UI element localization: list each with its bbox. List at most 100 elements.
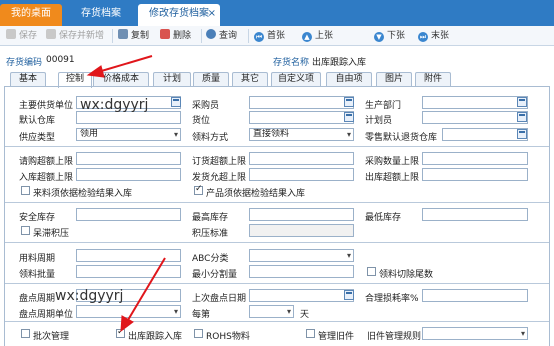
manage-old-label: 管理旧件 [318, 332, 355, 342]
subtab-plan[interactable]: 计划 [153, 72, 191, 87]
return-warehouse-input[interactable] [442, 128, 528, 141]
picking-batch-input[interactable] [76, 265, 181, 278]
subtab-other[interactable]: 其它 [232, 72, 268, 87]
main-supplier-label: 主要供货单位 [19, 101, 74, 111]
order-over-limit-label: 订货超额上限 [192, 157, 247, 167]
production-dept-input[interactable] [422, 96, 528, 109]
pick-cut-tail-label: 领料切除尾数 [379, 270, 434, 280]
copy-button[interactable]: 复制 [118, 29, 149, 43]
ship-allow-limit-label: 发货允超上限 [192, 173, 247, 183]
save-and-new-button[interactable]: 保存并新增 [46, 29, 104, 43]
tab-edit-inventory-archive[interactable]: 修改存货档案 × [138, 4, 220, 26]
production-dept-label: 生产部门 [365, 101, 402, 111]
toolbar: 保存 保存并新增 复制 删除 查询 ⏮ 首张 ▲ 上张 ▼ 下张 ⏭ 末张 [0, 26, 554, 46]
max-stock-label: 最高库存 [192, 213, 229, 223]
watermark-text: wx:dgyyrj [80, 97, 149, 113]
subtab-quality[interactable]: 质量 [193, 72, 229, 87]
max-stock-input[interactable] [249, 208, 354, 221]
check-cycle-unit-label: 盘点周期单位 [19, 310, 74, 320]
window-tab-bar: 我的桌面 存货档案 修改存货档案 × [0, 0, 554, 26]
check-cycle-unit-select[interactable] [76, 305, 181, 318]
incoming-inspection-label: 来料须依据检验结果入库 [33, 189, 133, 199]
copy-icon [118, 29, 128, 39]
lookup-icon[interactable] [517, 129, 527, 139]
rohs-checkbox[interactable] [194, 329, 203, 338]
usage-cycle-input[interactable] [76, 249, 181, 262]
req-over-limit-label: 请购超额上限 [19, 157, 74, 167]
excess-standard-input[interactable] [249, 224, 354, 237]
tab-inventory-archive[interactable]: 存货档案 [66, 4, 136, 26]
last-check-date-input[interactable] [249, 289, 354, 302]
min-split-input[interactable] [249, 265, 354, 278]
query-label: 查询 [219, 31, 238, 41]
save-button[interactable]: 保存 [6, 29, 37, 43]
lookup-icon[interactable] [344, 97, 354, 107]
toolbar-divider [112, 29, 113, 43]
ship-allow-limit-input[interactable] [249, 168, 354, 181]
close-icon[interactable]: × [208, 4, 216, 24]
lookup-icon[interactable] [344, 112, 354, 122]
min-stock-input[interactable] [422, 208, 528, 221]
section-divider [5, 242, 549, 243]
lookup-icon[interactable] [171, 97, 181, 107]
supply-type-select[interactable]: 领用 [76, 128, 181, 141]
pick-cut-tail-checkbox[interactable] [367, 267, 376, 276]
first-icon: ⏮ [254, 32, 264, 42]
abc-class-label: ABC分类 [192, 254, 229, 264]
manage-old-checkbox[interactable] [306, 329, 315, 338]
first-button[interactable]: ⏮ 首张 [254, 29, 285, 43]
tab-my-desktop[interactable]: 我的桌面 [0, 4, 62, 26]
safety-stock-input[interactable] [76, 208, 181, 221]
every-week-select[interactable] [249, 305, 294, 318]
subtab-free-items[interactable]: 自由项 [326, 72, 372, 87]
out-over-limit-input[interactable] [422, 168, 528, 181]
next-button[interactable]: ▼ 下张 [374, 29, 405, 43]
calendar-icon[interactable] [344, 290, 354, 300]
section-divider [5, 202, 549, 203]
order-over-limit-input[interactable] [249, 152, 354, 165]
location-input[interactable] [249, 111, 354, 124]
save-icon [6, 29, 16, 39]
picking-method-select[interactable]: 直接领料 [249, 128, 354, 141]
batch-management-label: 批次管理 [33, 332, 70, 342]
req-over-limit-input[interactable] [76, 152, 181, 165]
subtab-basic[interactable]: 基本 [10, 72, 46, 87]
save-new-label: 保存并新增 [59, 31, 105, 41]
planner-label: 计划员 [365, 116, 393, 126]
abc-class-select[interactable] [249, 249, 354, 262]
lookup-icon[interactable] [517, 97, 527, 107]
last-button[interactable]: ⏭ 末张 [418, 29, 449, 43]
query-button[interactable]: 查询 [206, 29, 237, 43]
code-label: 存货编码 [6, 58, 43, 68]
subtab-price-cost[interactable]: 价格成本 [93, 72, 149, 87]
planner-input[interactable] [422, 111, 528, 124]
purchaser-input[interactable] [249, 96, 354, 109]
last-label: 末张 [431, 31, 450, 41]
subtab-image[interactable]: 图片 [376, 72, 412, 87]
prev-button[interactable]: ▲ 上张 [302, 29, 333, 43]
copy-label: 复制 [131, 31, 150, 41]
old-rule-label: 旧件管理规则 [367, 332, 422, 342]
in-over-limit-input[interactable] [76, 168, 181, 181]
section-divider [5, 146, 549, 147]
subtab-custom[interactable]: 自定义项 [271, 72, 321, 87]
location-label: 货位 [192, 116, 211, 126]
delete-icon [160, 29, 170, 39]
delete-button[interactable]: 删除 [160, 29, 191, 43]
lookup-icon[interactable] [517, 112, 527, 122]
batch-management-checkbox[interactable] [21, 329, 30, 338]
purchase-qty-limit-input[interactable] [422, 152, 528, 165]
in-over-limit-label: 入库超额上限 [19, 173, 74, 183]
product-inspection-checkbox[interactable] [194, 184, 203, 195]
incoming-inspection-checkbox[interactable] [21, 186, 30, 195]
old-rule-select[interactable] [422, 327, 528, 340]
stock-excess-checkbox[interactable] [21, 226, 30, 235]
watermark-text: wx:dgyyrj [55, 288, 124, 304]
min-stock-label: 最低库存 [365, 213, 402, 223]
excess-standard-label: 积压标准 [192, 229, 229, 239]
reasonable-loss-input[interactable] [422, 289, 528, 302]
day-label: 天 [300, 310, 310, 320]
out-track-in-checkbox[interactable] [116, 327, 125, 338]
section-divider [5, 283, 549, 284]
subtab-attachment[interactable]: 附件 [415, 72, 451, 87]
